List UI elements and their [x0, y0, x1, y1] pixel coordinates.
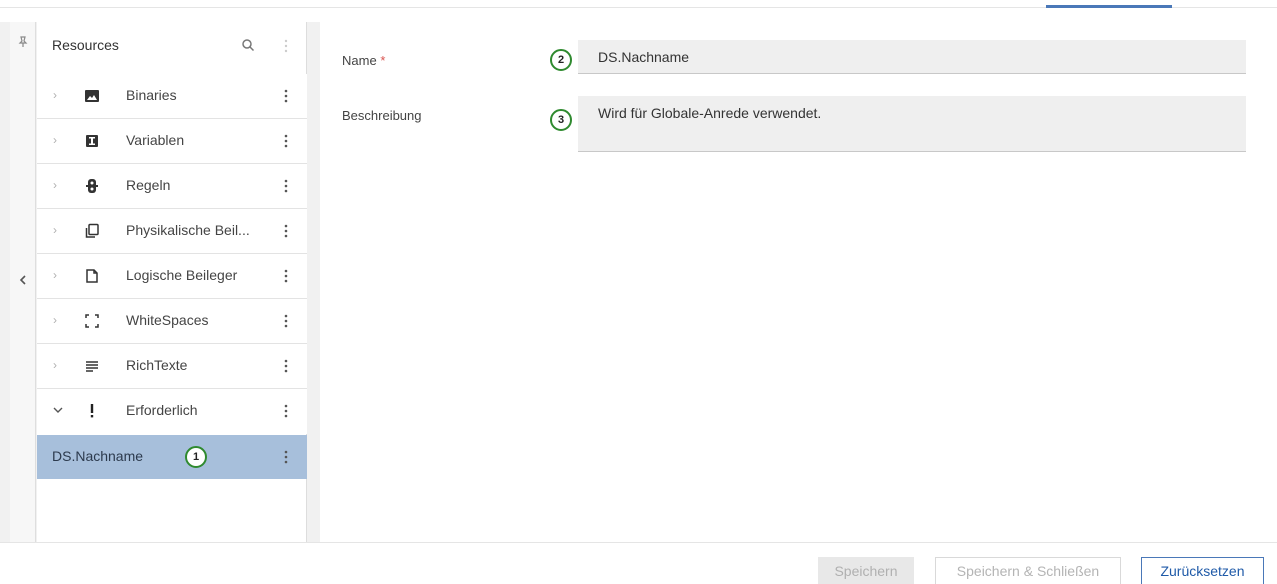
tree-item-label: Binaries [126, 87, 177, 103]
chevron-right-icon[interactable]: › [53, 268, 63, 282]
tree-item-binaries[interactable]: › Binaries [37, 74, 307, 119]
description-field-value: Wird für Globale-Anrede verwendet. [598, 105, 822, 121]
tree-header: Resources [37, 22, 307, 70]
variable-icon [84, 133, 100, 149]
chevron-right-icon[interactable]: › [53, 358, 63, 372]
chevron-right-icon[interactable]: › [53, 313, 63, 327]
name-field[interactable]: DS.Nachname [578, 40, 1246, 74]
item-menu-icon[interactable] [283, 358, 289, 374]
tree-item-erforderlich[interactable]: Erforderlich [37, 389, 307, 434]
rules-icon [84, 178, 100, 194]
tree-item-label: WhiteSpaces [126, 312, 209, 328]
collapse-panel-icon[interactable] [17, 272, 29, 288]
required-marker: * [380, 53, 386, 68]
tree-title: Resources [52, 37, 119, 53]
tree-item-ds-nachname[interactable]: DS.Nachname 1 [37, 435, 307, 479]
copy-icon [84, 223, 100, 239]
description-field[interactable]: Wird für Globale-Anrede verwendet. [578, 96, 1246, 152]
item-menu-icon[interactable] [283, 133, 289, 149]
name-field-value: DS.Nachname [598, 49, 690, 65]
more-menu-icon[interactable] [283, 38, 289, 54]
tree-item-label: RichTexte [126, 357, 188, 373]
item-menu-icon[interactable] [283, 88, 289, 104]
tree-item-richtexte[interactable]: › RichTexte [37, 344, 307, 389]
tree-item-variablen[interactable]: › Variablen [37, 119, 307, 164]
tree-item-physikalische-beileger[interactable]: › Physikalische Beil... [37, 209, 307, 254]
chevron-right-icon[interactable]: › [53, 223, 63, 237]
search-icon[interactable] [241, 38, 255, 52]
active-tab-indicator [1046, 5, 1172, 8]
item-menu-icon[interactable] [283, 313, 289, 329]
tree-item-label: Regeln [126, 177, 171, 193]
item-menu-icon[interactable] [283, 403, 289, 419]
chevron-right-icon[interactable]: › [53, 178, 63, 192]
document-icon [84, 268, 100, 284]
chevron-right-icon[interactable]: › [53, 88, 63, 102]
pin-icon[interactable] [18, 36, 28, 48]
tree-item-label: Logische Beileger [126, 267, 238, 283]
chevron-right-icon[interactable]: › [53, 133, 63, 147]
callout-badge: 2 [550, 49, 572, 71]
save-button[interactable]: Speichern [818, 557, 914, 584]
tree-item-label: Erforderlich [126, 402, 198, 418]
item-menu-icon[interactable] [283, 178, 289, 194]
item-menu-icon[interactable] [283, 449, 289, 465]
lines-icon [84, 358, 100, 374]
footer-bar: Speichern Speichern & Schließen Zurückse… [0, 542, 1277, 584]
name-label-text: Name [342, 53, 377, 68]
resource-tree-panel: Resources › Binaries › Variablen › Regel… [37, 22, 307, 542]
detail-panel: Name * DS.Nachname 2 Beschreibung Wird f… [320, 22, 1277, 542]
reset-button[interactable]: Zurücksetzen [1141, 557, 1264, 584]
item-menu-icon[interactable] [283, 223, 289, 239]
tree-item-label: DS.Nachname [52, 448, 144, 464]
name-label: Name * [342, 53, 385, 68]
callout-badge: 1 [185, 446, 207, 468]
tree-item-logische-beileger[interactable]: › Logische Beileger [37, 254, 307, 299]
whitespace-icon [84, 313, 100, 329]
item-menu-icon[interactable] [283, 268, 289, 284]
image-icon [84, 88, 100, 104]
tree-item-label: Variablen [126, 132, 185, 148]
chevron-down-icon[interactable] [53, 403, 63, 417]
description-label: Beschreibung [342, 108, 422, 123]
tree-item-whitespaces[interactable]: › WhiteSpaces [37, 299, 307, 344]
tree-item-regeln[interactable]: › Regeln [37, 164, 307, 209]
tree-item-label: Physikalische Beil... [126, 222, 250, 238]
save-and-close-button[interactable]: Speichern & Schließen [935, 557, 1121, 584]
callout-badge: 3 [550, 109, 572, 131]
exclamation-icon [84, 403, 100, 419]
